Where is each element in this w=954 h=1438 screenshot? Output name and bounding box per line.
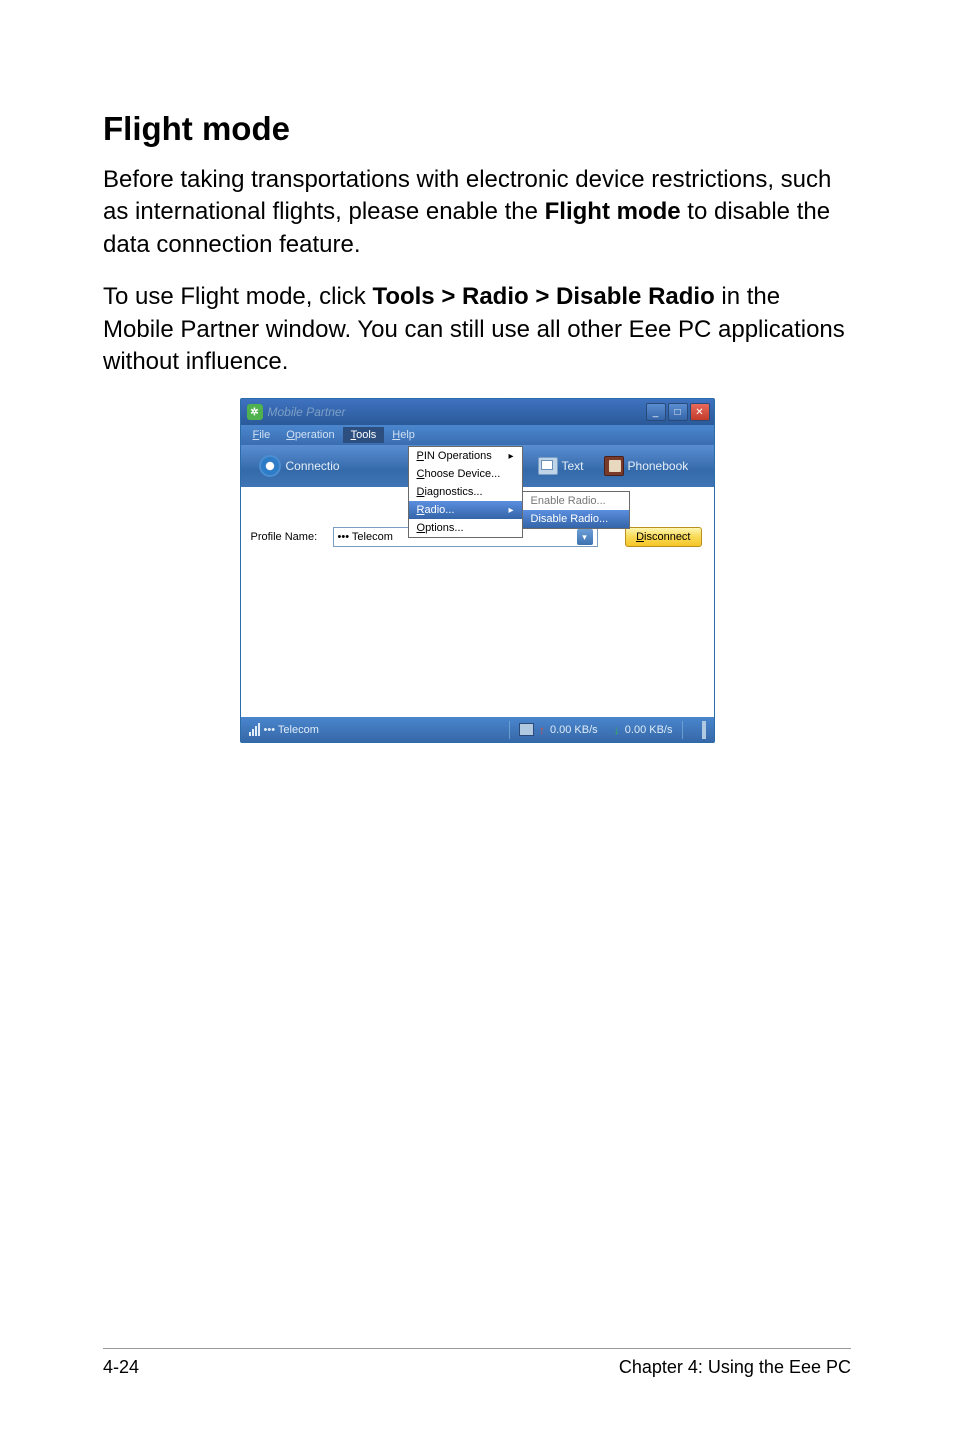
dropdown-arrow-icon: ▾ <box>577 529 593 545</box>
download-arrow-icon: ↓ <box>614 723 620 737</box>
para2-bold: Tools > Radio > Disable Radio <box>372 283 714 310</box>
profile-value: ••• Telecom <box>338 531 393 543</box>
menu-help[interactable]: Help <box>384 427 423 443</box>
status-traffic: ↑ 0.00 KB/s ↓ 0.00 KB/s <box>505 721 706 739</box>
menu-operation[interactable]: Operation <box>278 427 342 443</box>
toolbar-right: Text Phonebook <box>528 445 699 487</box>
status-download: 0.00 KB/s <box>625 724 673 736</box>
heading-flight-mode: Flight mode <box>103 110 851 148</box>
window-title: Mobile Partner <box>268 405 646 419</box>
upload-arrow-icon: ↑ <box>539 723 545 737</box>
radio-submenu: Enable Radio... Disable Radio... <box>522 491 630 529</box>
connection-icon <box>259 455 281 477</box>
connection-label: Connectio <box>286 459 340 473</box>
menu-radio[interactable]: Radio... ▸ <box>409 501 522 519</box>
text-icon <box>538 457 558 475</box>
menu-enable-radio[interactable]: Enable Radio... <box>523 492 629 510</box>
menu-options[interactable]: Options... <box>409 519 522 537</box>
text-button[interactable]: Text <box>528 454 594 478</box>
menubar: File Operation Tools Help <box>241 425 714 445</box>
disconnect-button[interactable]: Disconnect <box>625 527 701 547</box>
phonebook-icon <box>604 456 624 476</box>
page-content: Flight mode Before taking transportation… <box>0 0 954 743</box>
app-icon: ✲ <box>247 404 263 420</box>
text-label: Text <box>562 459 584 473</box>
menu-disable-radio[interactable]: Disable Radio... <box>523 510 629 528</box>
connection-button[interactable]: Connectio <box>249 452 350 480</box>
phonebook-label: Phonebook <box>628 459 689 473</box>
menu-file[interactable]: File <box>245 427 279 443</box>
statusbar: ••• Telecom ↑ 0.00 KB/s ↓ 0.00 KB/s <box>241 717 714 742</box>
phonebook-button[interactable]: Phonebook <box>594 453 699 479</box>
network-icon <box>519 723 534 736</box>
tools-dropdown: PIN Operations ▸ Choose Device... Diagno… <box>408 446 523 538</box>
para1-bold: Flight mode <box>545 198 681 225</box>
submenu-arrow-icon: ▸ <box>508 505 513 516</box>
menu-tools[interactable]: Tools <box>343 427 385 443</box>
menu-diagnostics[interactable]: Diagnostics... <box>409 483 522 501</box>
paragraph-1: Before taking transportations with elect… <box>103 164 851 261</box>
footer-page-number: 4-24 <box>103 1357 139 1378</box>
titlebar: ✲ Mobile Partner _ □ ✕ <box>241 399 714 425</box>
footer-chapter: Chapter 4: Using the Eee PC <box>619 1357 851 1378</box>
status-upload: 0.00 KB/s <box>550 724 598 736</box>
page-footer: 4-24 Chapter 4: Using the Eee PC <box>103 1348 851 1378</box>
menu-choose-device[interactable]: Choose Device... <box>409 465 522 483</box>
minimize-button[interactable]: _ <box>646 403 666 421</box>
submenu-arrow-icon: ▸ <box>508 451 513 462</box>
paragraph-2: To use Flight mode, click Tools > Radio … <box>103 281 851 378</box>
maximize-button[interactable]: □ <box>668 403 688 421</box>
mobile-partner-window: ✲ Mobile Partner _ □ ✕ File Operation To… <box>240 398 715 743</box>
window-controls: _ □ ✕ <box>646 403 710 421</box>
status-carrier: ••• Telecom <box>264 724 319 736</box>
profile-label: Profile Name: <box>251 531 333 543</box>
close-button[interactable]: ✕ <box>690 403 710 421</box>
signal-icon <box>249 723 260 736</box>
menu-pin-operations[interactable]: PIN Operations ▸ <box>409 447 522 465</box>
para2-prefix: To use Flight mode, click <box>103 283 372 310</box>
